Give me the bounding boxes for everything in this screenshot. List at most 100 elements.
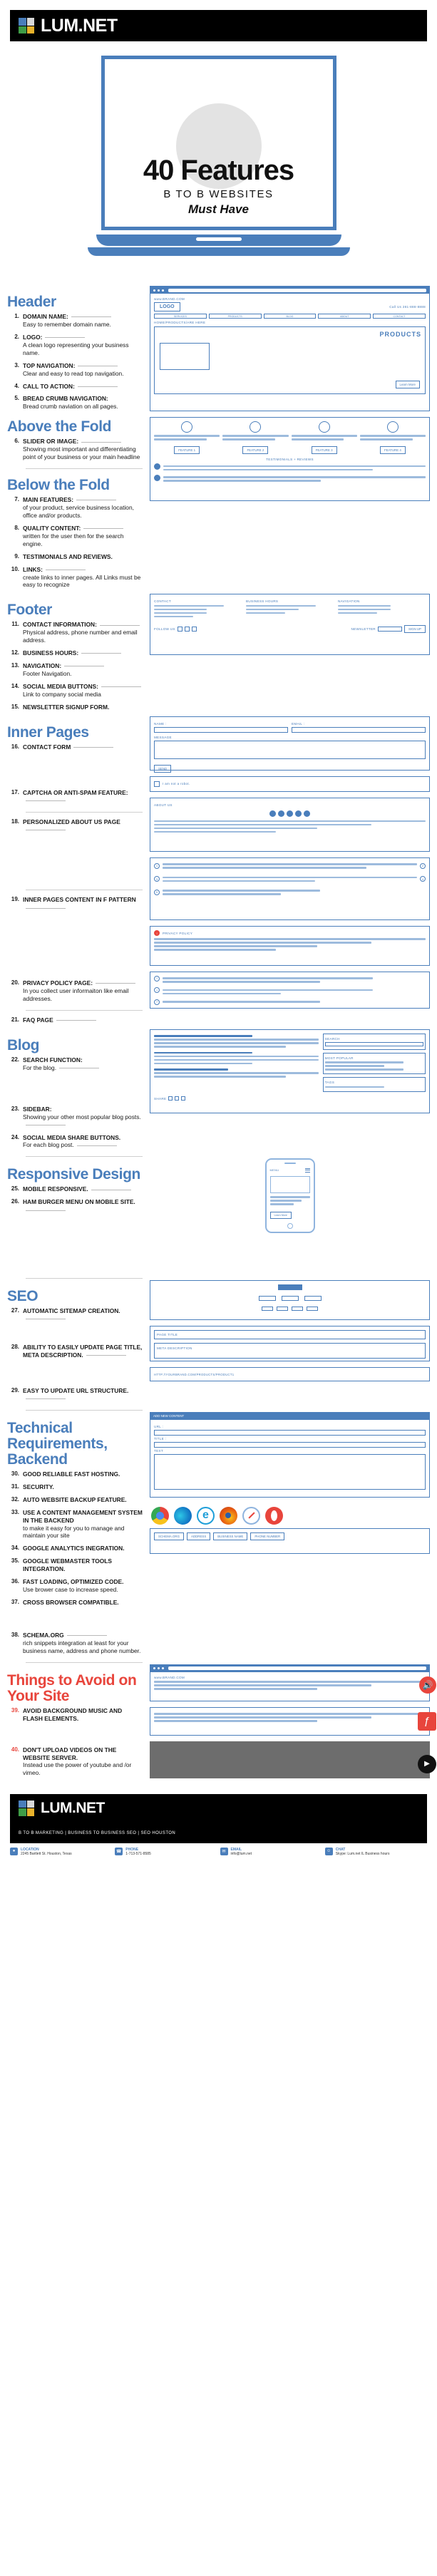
email-input[interactable] bbox=[292, 726, 426, 733]
share-icon[interactable] bbox=[181, 1096, 186, 1101]
item-title: TOP NAVIGATION: bbox=[23, 361, 76, 369]
nav-item[interactable]: CONTACT bbox=[373, 314, 426, 319]
item-desc: For each blog post. bbox=[23, 1141, 74, 1149]
item-number: 4. bbox=[14, 382, 19, 389]
wireframe-meta-fields: PAGE TITLE META DESCRIPTION bbox=[150, 1326, 430, 1362]
privacy-heading: PRIVACY POLICY bbox=[163, 931, 193, 935]
avatar bbox=[304, 810, 310, 817]
wireframe-cms: ADD NEW CONTENT URL : TITLE : TEXT bbox=[150, 1411, 430, 1498]
feature-label[interactable]: FEATURE 4 bbox=[379, 446, 406, 454]
feature-label[interactable]: FEATURE 2 bbox=[242, 446, 269, 454]
item-desc: of your product, service business locati… bbox=[23, 504, 134, 519]
list-item: 33. USE A CONTENT MANAGEMENT SYSTEM IN TH… bbox=[7, 1509, 143, 1540]
nav-item[interactable]: ABOUT bbox=[318, 314, 371, 319]
avatar bbox=[154, 463, 160, 470]
item-number: 24. bbox=[11, 1133, 19, 1140]
divider bbox=[26, 1661, 143, 1663]
list-item: 19. INNER PAGES CONTENT IN F PATTERN bbox=[7, 896, 143, 912]
lumnet-squares-logo-icon bbox=[19, 18, 34, 34]
item-title: DOMAIN NAME: bbox=[23, 313, 68, 321]
footer-location-lines: 2245 Bartlett St. Houston, Texas bbox=[21, 1851, 72, 1856]
section-title-header: Header bbox=[7, 294, 56, 310]
list-item: 25. MOBILE RESPONSIVE. bbox=[7, 1185, 143, 1193]
testimonials-heading: TESTIMONIALS + REVIEWS bbox=[266, 458, 314, 461]
page-title-field[interactable]: PAGE TITLE bbox=[154, 1330, 426, 1340]
wireframe-avoid-flash: ƒ bbox=[150, 1706, 436, 1736]
f-step-marker: 4 bbox=[420, 876, 426, 882]
item-title: TESTIMONIALS AND REVIEWS. bbox=[23, 552, 113, 560]
mobile-cta-button[interactable]: Learn More bbox=[269, 1212, 292, 1220]
section-title-blog: Blog bbox=[7, 1036, 40, 1053]
footer-chat: ☺ CHAT Skype: Lum.net IL Business hours bbox=[324, 1847, 427, 1856]
wireframe-privacy-policy: ! PRIVACY POLICY bbox=[150, 925, 430, 966]
edge-icon bbox=[174, 1506, 192, 1525]
hero: 40 Features B TO B WEBSITES Must Have bbox=[87, 56, 350, 286]
brand-name: LUM.NET bbox=[41, 15, 118, 36]
url-structure-value[interactable]: HTTP://YOURBRAND.COM/PRODUCTS/PRODUCT1 bbox=[154, 1373, 234, 1376]
captcha-checkbox[interactable] bbox=[154, 780, 160, 787]
share-icon[interactable] bbox=[175, 1096, 180, 1101]
feature-label[interactable]: FEATURE 1 bbox=[174, 446, 200, 454]
newsletter-signup-button[interactable]: SIGN UP bbox=[403, 624, 426, 633]
learn-more-button[interactable]: Learn More bbox=[395, 381, 420, 388]
message-textarea[interactable] bbox=[154, 740, 426, 759]
item-title: CROSS BROWSER COMPATIBLE. bbox=[23, 1598, 119, 1606]
item-number: 25. bbox=[11, 1185, 19, 1192]
list-item: 10. LINKS: create links to inner pages. A… bbox=[7, 566, 143, 589]
footer-phone-lines[interactable]: 1-713-571-8585 bbox=[125, 1852, 151, 1856]
item-title: AUTOMATIC SITEMAP CREATION. bbox=[23, 1307, 120, 1315]
item-desc: Clear and easy to read top navigation. bbox=[23, 369, 124, 377]
item-desc: For the blog. bbox=[23, 1063, 57, 1071]
item-number: 8. bbox=[14, 524, 19, 531]
send-button[interactable]: SEND bbox=[154, 764, 172, 773]
list-item: 16. CONTACT FORM bbox=[7, 743, 143, 751]
list-item: 34. GOOGLE ANALYTICS INEGRATION. bbox=[7, 1545, 143, 1552]
list-item: 15. NEWSLETTER SIGNUP FORM. bbox=[7, 704, 143, 711]
item-number: 20. bbox=[11, 979, 19, 986]
list-item: 20. PRIVACY POLICY PAGE: In you collect u… bbox=[7, 979, 143, 1003]
social-icon[interactable] bbox=[177, 626, 182, 632]
play-icon: ▶ bbox=[418, 1754, 436, 1773]
item-number: 36. bbox=[11, 1578, 19, 1585]
hamburger-menu-icon[interactable] bbox=[304, 1168, 310, 1173]
nav-item[interactable]: SERVICES bbox=[154, 314, 207, 319]
browser-chrome bbox=[150, 287, 429, 294]
item-number: 33. bbox=[11, 1508, 19, 1515]
item-desc: Link to company social media bbox=[23, 690, 101, 698]
item-number: 32. bbox=[11, 1495, 19, 1503]
item-desc: Footer Navigation. bbox=[23, 670, 72, 677]
address-bar[interactable] bbox=[168, 288, 426, 292]
footer-hours-heading: BUSINESS HOURS bbox=[246, 599, 279, 604]
item-title: PERSONALIZED ABOUT US PAGE bbox=[23, 818, 120, 825]
list-item: 18. PERSONALIZED ABOUT US PAGE bbox=[7, 818, 143, 834]
question-marker: ? bbox=[154, 987, 160, 994]
nav-item[interactable]: BLOG bbox=[263, 314, 317, 319]
item-number: 16. bbox=[11, 743, 19, 750]
wireframe-mobile-phone: MENU Learn More bbox=[264, 1158, 315, 1234]
newsletter-email-input[interactable] bbox=[377, 626, 402, 632]
question-marker: ? bbox=[154, 999, 160, 1005]
footer-email-lines[interactable]: info@lum.net bbox=[231, 1852, 252, 1856]
share-icon[interactable] bbox=[168, 1096, 173, 1101]
cms-text-editor[interactable] bbox=[154, 1453, 426, 1490]
nav-item[interactable]: PRODUCTS bbox=[208, 314, 262, 319]
wireframe-top-navigation[interactable]: SERVICES PRODUCTS BLOG ABOUT CONTACT bbox=[154, 314, 426, 319]
item-title: USE A CONTENT MANAGEMENT SYSTEM IN THE B… bbox=[23, 1508, 143, 1524]
item-desc: Bread crumb naviation on all pages. bbox=[23, 403, 118, 411]
item-number: 18. bbox=[11, 818, 19, 825]
phone-home-button[interactable] bbox=[287, 1223, 293, 1230]
feature-label[interactable]: FEATURE 3 bbox=[311, 446, 337, 454]
social-icon[interactable] bbox=[184, 626, 190, 632]
top-brand-bar: LUM.NET bbox=[10, 10, 427, 41]
meta-description-field[interactable]: META DESCRIPTION bbox=[154, 1343, 426, 1359]
wireframe-blog: SEARCH MOST POPULAR TAGS SHARE bbox=[150, 1029, 430, 1113]
cms-url-input[interactable] bbox=[154, 1429, 426, 1436]
name-input[interactable] bbox=[154, 726, 288, 733]
social-icon[interactable] bbox=[191, 626, 197, 632]
search-input[interactable] bbox=[324, 1041, 423, 1046]
cms-title-input[interactable] bbox=[154, 1441, 426, 1448]
divider bbox=[26, 1009, 143, 1011]
item-number: 10. bbox=[11, 565, 19, 572]
wireframe-url: www.BRAND.COM bbox=[154, 297, 185, 301]
item-number: 22. bbox=[11, 1056, 19, 1063]
